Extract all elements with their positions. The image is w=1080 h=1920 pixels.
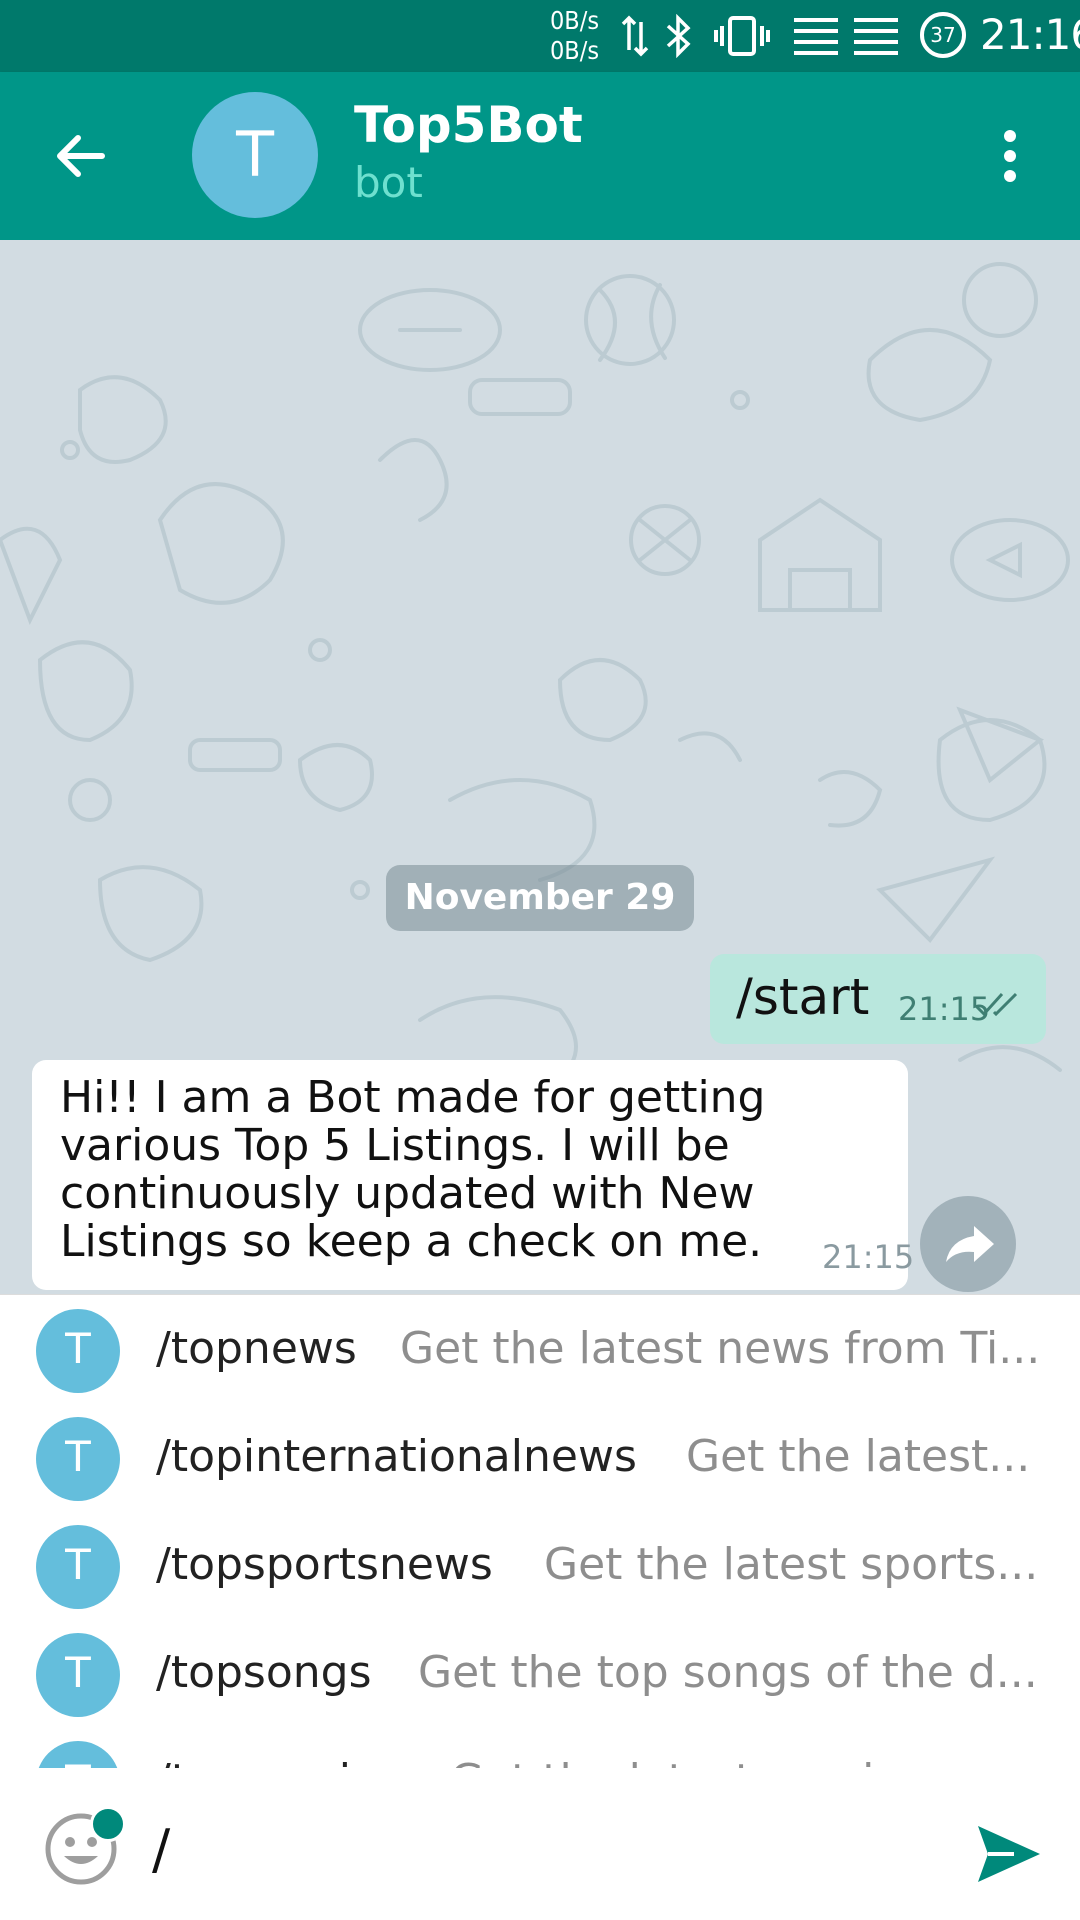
suggestion-item[interactable]: T /topmovies Get the latest movies... [0,1727,1080,1769]
suggestion-command: /topinternationalnews [156,1431,637,1482]
chat-title[interactable]: Top5Bot [354,96,583,154]
data-transfer-icon [621,15,649,57]
suggestion-command: /topsportsnews [156,1539,493,1590]
more-vertical-icon[interactable] [990,126,1030,186]
suggestion-item[interactable]: T /topinternationalnews Get the latest..… [0,1403,1080,1511]
message-input[interactable] [150,1808,914,1890]
status-bar: 0B/s 0B/s 37 21:16 [0,0,1080,72]
avatar: T [36,1525,120,1609]
message-line: continuously updated with New [60,1168,755,1219]
avatar: T [36,1309,120,1393]
suggestion-command: /topmovies [156,1755,401,1769]
date-separator: November 29 [386,865,694,931]
message-text: /start [736,968,870,1026]
clock: 21:16 [980,10,1080,59]
signal-2-icon [854,18,898,55]
avatar: T [36,1741,120,1769]
suggestion-description: Get the latest movies... [450,1755,1040,1769]
net-down: 0B/s [550,36,600,65]
battery-level: 37 [930,23,955,47]
suggestion-description: Get the latest... [686,1431,1031,1482]
message-composer [0,1768,1080,1920]
message-line: Listings so keep a check on me. [60,1216,763,1267]
avatar: T [36,1633,120,1717]
outgoing-message[interactable]: /start 21:15 [710,954,1046,1044]
suggestion-item[interactable]: T /topnews Get the latest news from Ti..… [0,1295,1080,1403]
suggestion-command: /topsongs [156,1647,372,1698]
suggestion-description: Get the top songs of the d... [418,1647,1038,1698]
chat-subtitle: bot [354,158,423,207]
arrow-left-icon[interactable] [50,126,110,186]
send-icon[interactable] [974,1822,1044,1886]
suggestion-description: Get the latest news from Ti... [400,1323,1040,1374]
share-button[interactable] [920,1196,1016,1292]
bluetooth-icon [666,14,691,58]
signal-1-icon [794,18,838,55]
avatar: T [36,1417,120,1501]
message-line: various Top 5 Listings. I will be [60,1120,730,1171]
double-check-icon [974,992,1018,1017]
message-line: Hi!! I am a Bot made for getting [60,1072,766,1123]
message-text: Hi!! I am a Bot made for getting various… [60,1074,860,1266]
suggestion-description: Get the latest sports... [544,1539,1039,1590]
chat-header: T Top5Bot bot [0,72,1080,240]
notification-dot [90,1806,126,1842]
share-icon [946,1226,994,1262]
suggestion-item[interactable]: T /topsongs Get the top songs of the d..… [0,1619,1080,1727]
command-suggestions[interactable]: T /topnews Get the latest news from Ti..… [0,1294,1080,1769]
net-up: 0B/s [550,6,600,35]
vibrate-icon [714,16,770,56]
battery-icon: 37 [920,12,966,58]
message-list[interactable]: November 29 /start 21:15 Hi!! I am a Bot… [0,240,1080,1294]
suggestion-item[interactable]: T /topsportsnews Get the latest sports..… [0,1511,1080,1619]
network-speed: 0B/s 0B/s [550,6,614,66]
message-time: 21:15 [822,1238,915,1276]
suggestion-command: /topnews [156,1323,357,1374]
incoming-message[interactable]: Hi!! I am a Bot made for getting various… [32,1060,914,1290]
avatar[interactable]: T [192,92,318,218]
